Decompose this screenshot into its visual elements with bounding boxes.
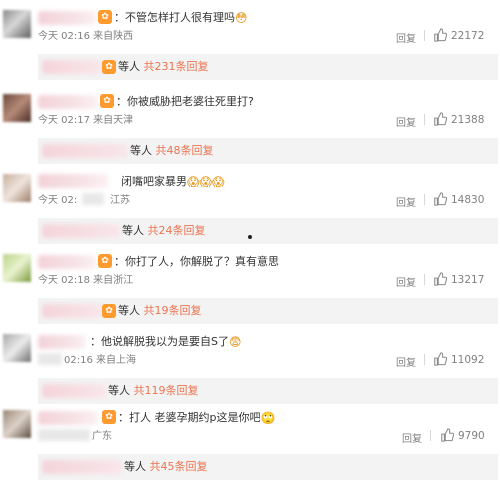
fan-badge-icon: ✿ xyxy=(98,10,112,24)
replies-summary[interactable]: 等人 共119条回复 xyxy=(38,378,498,404)
avatar[interactable] xyxy=(3,254,31,282)
emoji-icon: 🙄 xyxy=(260,411,276,425)
divider xyxy=(424,354,425,365)
comment-body: 闭嘴吧家暴男 xyxy=(121,175,187,188)
thumbs-up-icon[interactable] xyxy=(433,192,447,206)
comment-item: ✿ ：你打了人，你解脱了？真有意思 今天 02:18 来自浙江 回复 13217… xyxy=(0,254,500,336)
comment-meta: 今天 02:16 来自陕西 xyxy=(38,31,134,42)
comment-text: 闭嘴吧家暴男😱😱😱 xyxy=(121,174,225,190)
like-count: 14830 xyxy=(451,194,485,206)
username-blurred[interactable] xyxy=(38,411,98,425)
divider xyxy=(424,194,425,205)
comment-text: ：他说解脱我以为是要自S了😨 xyxy=(90,334,242,350)
meta-blurred xyxy=(82,193,104,205)
comment-text: ：打人 老婆孕期约p这是你吧🙄 xyxy=(118,410,275,426)
reply-button[interactable]: 回复 xyxy=(396,354,416,369)
meta-blurred xyxy=(38,429,90,441)
avatar[interactable] xyxy=(3,410,31,438)
like-count: 11092 xyxy=(451,354,485,366)
comment-text: ：不管怎样打人很有理吗😳 xyxy=(114,10,248,26)
fan-badge-icon: ✿ xyxy=(102,304,116,318)
replies-summary[interactable]: ✿ 等人 共19条回复 xyxy=(38,298,498,324)
replier-names-blurred xyxy=(42,144,128,158)
like-count: 22172 xyxy=(451,30,485,42)
replies-suffix: 等人 xyxy=(118,60,140,73)
reply-button[interactable]: 回复 xyxy=(396,30,416,45)
comment-body: ：不管怎样打人很有理吗 xyxy=(114,11,235,24)
view-replies-link[interactable]: 共45条回复 xyxy=(150,460,208,473)
username-blurred[interactable] xyxy=(38,95,98,109)
replies-suffix: 等人 xyxy=(118,304,140,317)
fan-badge-icon: ✿ xyxy=(102,410,116,424)
replies-summary[interactable]: 等人 共24条回复 xyxy=(38,218,498,244)
replier-names-blurred xyxy=(42,224,120,238)
thumbs-up-icon[interactable] xyxy=(433,28,447,42)
view-replies-link[interactable]: 共24条回复 xyxy=(148,224,206,237)
username-blurred[interactable] xyxy=(38,335,86,349)
view-replies-link[interactable]: 共231条回复 xyxy=(144,60,209,73)
comment-meta: 广东 xyxy=(92,431,112,442)
comment-meta-tail: 江苏 xyxy=(110,195,130,206)
comment-meta: 今天 02:17 来自天津 xyxy=(38,115,134,126)
replies-summary[interactable]: 等人 共45条回复 xyxy=(38,454,498,480)
replier-names-blurred xyxy=(42,304,102,318)
replies-suffix: 等人 xyxy=(122,224,144,237)
replies-suffix: 等人 xyxy=(124,460,146,473)
thumbs-up-icon[interactable] xyxy=(433,272,447,286)
comment-body: ：打人 老婆孕期约p这是你吧 xyxy=(118,411,261,424)
emoji-icon: 😳 xyxy=(235,11,248,25)
replies-summary[interactable]: 等人 共48条回复 xyxy=(38,138,498,164)
comment-item: ：他说解脱我以为是要自S了😨 02:16 来自上海 回复 11092 等人 共1… xyxy=(0,334,500,416)
thumbs-up-icon[interactable] xyxy=(440,428,454,442)
comment-meta: 02:16 来自上海 xyxy=(64,355,136,366)
comment-body: ：你打了人，你解脱了？真有意思 xyxy=(114,255,279,268)
avatar[interactable] xyxy=(3,10,31,38)
comment-text: ：你被威胁把老婆往死里打? xyxy=(116,94,254,109)
fan-badge-icon: ✿ xyxy=(100,94,114,108)
fan-badge-icon: ✿ xyxy=(98,254,112,268)
username-blurred[interactable] xyxy=(38,255,96,269)
username-blurred[interactable] xyxy=(38,11,96,25)
divider xyxy=(424,114,425,125)
replier-names-blurred xyxy=(42,384,106,398)
view-replies-link[interactable]: 共48条回复 xyxy=(156,144,214,157)
replier-names-blurred xyxy=(42,60,102,74)
divider xyxy=(424,30,425,41)
comment-item: ✿ ：你被威胁把老婆往死里打? 今天 02:17 来自天津 回复 21388 等… xyxy=(0,94,500,176)
fan-badge-icon: ✿ xyxy=(102,60,116,74)
thumbs-up-icon[interactable] xyxy=(433,112,447,126)
reply-button[interactable]: 回复 xyxy=(396,114,416,129)
divider xyxy=(424,274,425,285)
comment-item: ✿ ：打人 老婆孕期约p这是你吧🙄 广东 回复 9790 等人 共45条回复 xyxy=(0,410,500,492)
avatar[interactable] xyxy=(3,334,31,362)
reply-button[interactable]: 回复 xyxy=(396,194,416,209)
comment-body: ：他说解脱我以为是要自S了 xyxy=(90,335,229,348)
comment-meta: 今天 02: xyxy=(38,195,78,206)
comment-text: ：你打了人，你解脱了？真有意思 xyxy=(114,254,279,269)
like-count: 13217 xyxy=(451,274,485,286)
like-count: 9790 xyxy=(458,430,485,442)
comment-body: ：你被威胁把老婆往死里打? xyxy=(116,95,254,108)
view-replies-link[interactable]: 共119条回复 xyxy=(134,384,199,397)
emoji-icon: 😨 xyxy=(228,335,242,349)
replies-suffix: 等人 xyxy=(130,144,152,157)
divider xyxy=(430,430,431,441)
replier-names-blurred xyxy=(42,460,122,474)
replies-suffix: 等人 xyxy=(108,384,130,397)
comment-meta: 今天 02:18 来自浙江 xyxy=(38,275,134,286)
reply-button[interactable]: 回复 xyxy=(402,430,422,445)
replies-summary[interactable]: ✿ 等人 共231条回复 xyxy=(38,54,498,80)
username-blurred[interactable] xyxy=(38,174,108,188)
meta-blurred xyxy=(38,353,62,365)
thumbs-up-icon[interactable] xyxy=(433,352,447,366)
comment-item: 闭嘴吧家暴男😱😱😱 今天 02: 江苏 回复 14830 等人 共24条回复 xyxy=(0,174,500,256)
view-replies-link[interactable]: 共19条回复 xyxy=(144,304,202,317)
emoji-icon: 😱😱😱 xyxy=(187,175,225,189)
avatar[interactable] xyxy=(3,174,31,202)
comment-item: ✿ ：不管怎样打人很有理吗😳 今天 02:16 来自陕西 回复 22172 ✿ … xyxy=(0,10,500,92)
reply-button[interactable]: 回复 xyxy=(396,274,416,289)
like-count: 21388 xyxy=(451,114,485,126)
avatar[interactable] xyxy=(3,94,31,122)
cursor-dot xyxy=(248,235,252,239)
